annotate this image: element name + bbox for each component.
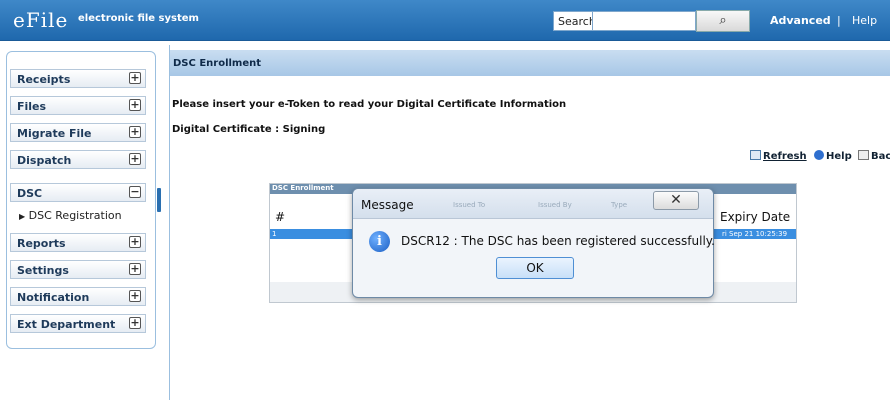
sidebar-item-dsc[interactable]: DSC − xyxy=(10,183,146,202)
expand-icon[interactable]: + xyxy=(129,290,141,302)
refresh-button[interactable]: Refresh xyxy=(750,150,807,162)
sidebar-item-notification[interactable]: Notification + xyxy=(10,287,146,306)
ghost-column-header: Issued By xyxy=(538,201,572,209)
sidebar-splitter-handle[interactable] xyxy=(157,188,161,212)
help-button[interactable]: Help xyxy=(814,150,852,162)
row-index: 1 xyxy=(272,230,277,238)
search-icon: ⌕ xyxy=(719,13,727,28)
refresh-icon xyxy=(750,150,761,160)
expand-icon[interactable]: + xyxy=(129,99,141,111)
help-link[interactable]: Help xyxy=(852,14,877,27)
back-button[interactable]: Bac xyxy=(858,150,890,162)
collapse-icon[interactable]: − xyxy=(129,186,141,198)
sidebar-item-settings[interactable]: Settings + xyxy=(10,260,146,279)
sidebar: Receipts + Files + Migrate File + Dispat… xyxy=(6,51,156,349)
info-icon: i xyxy=(369,231,390,252)
sidebar-item-migrate-file[interactable]: Migrate File + xyxy=(10,123,146,142)
help-label: Help xyxy=(826,151,852,162)
column-header-expiry[interactable]: Expiry Date xyxy=(720,210,790,224)
sidebar-item-label: Notification xyxy=(17,291,90,304)
close-button[interactable]: ✕ xyxy=(653,191,699,210)
sidebar-item-label: Files xyxy=(17,100,47,113)
sidebar-item-files[interactable]: Files + xyxy=(10,96,146,115)
sidebar-item-label: Receipts xyxy=(17,73,71,86)
sidebar-item-label: DSC xyxy=(17,187,43,200)
expand-icon[interactable]: + xyxy=(129,126,141,138)
ghost-column-header: Type xyxy=(611,201,628,209)
expand-icon[interactable]: + xyxy=(129,72,141,84)
sidebar-item-label: Ext Department xyxy=(17,318,116,331)
search-button[interactable]: ⌕ xyxy=(696,10,750,32)
ok-button[interactable]: OK xyxy=(496,257,574,279)
dialog-titlebar: Message Issued To Issued By Type ✕ xyxy=(353,189,713,219)
top-header: eFile electronic file system Search ⌕ Ad… xyxy=(0,0,890,41)
sidebar-item-receipts[interactable]: Receipts + xyxy=(10,69,146,88)
row-expiry: ri Sep 21 10:25:39 I... xyxy=(722,230,788,246)
column-header-index[interactable]: # xyxy=(275,210,285,224)
sidebar-item-dispatch[interactable]: Dispatch + xyxy=(10,150,146,169)
expand-icon[interactable]: + xyxy=(129,153,141,165)
sidebar-item-label: Migrate File xyxy=(17,127,92,140)
help-icon xyxy=(814,150,824,160)
page-title: DSC Enrollment xyxy=(173,58,262,69)
certificate-label: Digital Certificate : Signing xyxy=(172,124,326,135)
content-divider xyxy=(169,45,170,400)
sidebar-item-reports[interactable]: Reports + xyxy=(10,233,146,252)
ghost-column-header: Issued To xyxy=(453,201,486,209)
sidebar-item-ext-department[interactable]: Ext Department + xyxy=(10,314,146,333)
app-logo: eFile xyxy=(13,8,69,32)
header-separator: | xyxy=(837,14,841,27)
dialog-title: Message xyxy=(361,198,414,212)
message-dialog: Message Issued To Issued By Type ✕ i DSC… xyxy=(352,188,715,298)
expand-icon[interactable]: + xyxy=(129,236,141,248)
sidebar-subitem-dsc-registration[interactable]: ▶ DSC Registration xyxy=(19,209,122,222)
expand-icon[interactable]: + xyxy=(129,317,141,329)
refresh-label: Refresh xyxy=(763,151,807,162)
back-label: Bac xyxy=(871,151,890,162)
page-title-bar: DSC Enrollment xyxy=(170,50,890,76)
search-label: Search xyxy=(553,11,596,31)
back-icon xyxy=(858,150,869,160)
expand-icon[interactable]: + xyxy=(129,263,141,275)
arrow-right-icon: ▶ xyxy=(19,212,26,221)
dialog-message: DSCR12 : The DSC has been registered suc… xyxy=(401,234,715,248)
sidebar-item-label: Settings xyxy=(17,264,69,277)
search-input[interactable] xyxy=(592,11,696,31)
sidebar-item-label: Dispatch xyxy=(17,154,72,167)
sidebar-item-label: Reports xyxy=(17,237,66,250)
sidebar-subitem-label: DSC Registration xyxy=(28,209,122,222)
app-subtitle: electronic file system xyxy=(78,13,199,24)
advanced-search-link[interactable]: Advanced xyxy=(770,14,831,27)
close-icon: ✕ xyxy=(670,192,682,208)
instruction-text: Please insert your e-Token to read your … xyxy=(172,99,567,110)
